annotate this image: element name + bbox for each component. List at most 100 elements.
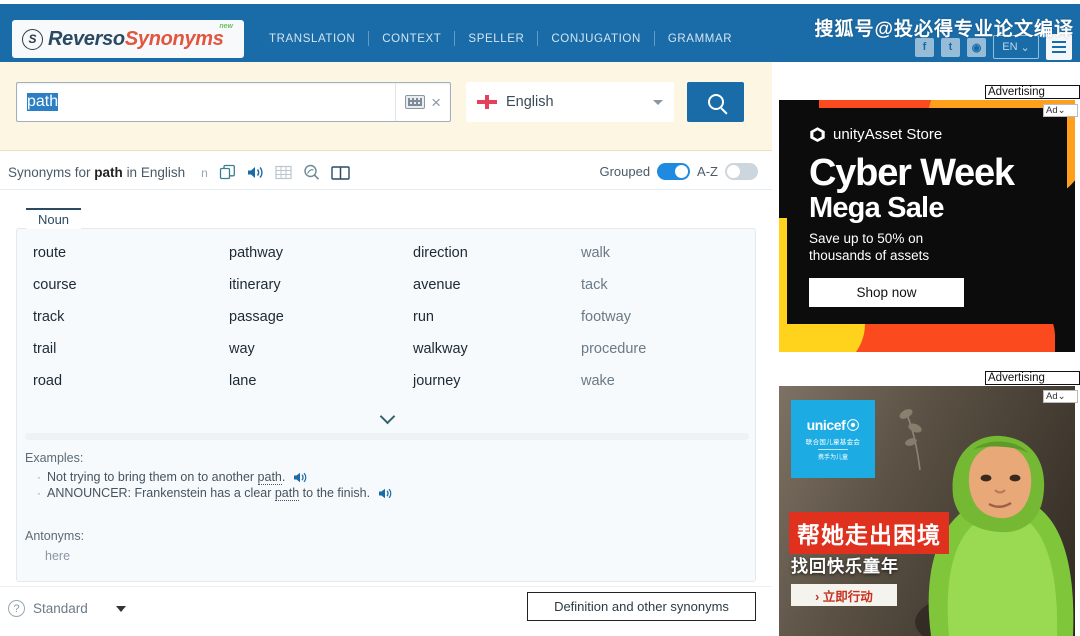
synonyms-card: route pathway direction walk course itin… (16, 228, 756, 582)
synonym-walkway[interactable]: walkway (413, 337, 581, 360)
examples-label: Examples: (25, 451, 84, 465)
ad-headline-band: 帮她走出困境 (789, 512, 949, 554)
copy-icon[interactable] (219, 164, 236, 181)
synonym-lane[interactable]: lane (229, 369, 413, 392)
antonyms-section: Antonyms: here (25, 529, 749, 563)
ad-badge-text: Ad (1046, 105, 1058, 116)
uk-flag-icon (477, 95, 497, 109)
antonym-here[interactable]: here (45, 549, 749, 563)
reverso-logo[interactable]: S Reverso Synonyms new (12, 20, 244, 58)
facebook-icon[interactable]: f (915, 37, 934, 57)
results-title: Synonyms for path in English (8, 165, 185, 180)
speaker-icon[interactable] (378, 487, 392, 500)
unity-brand-first: unity (833, 126, 865, 143)
nav-item-speller[interactable]: SPELLER (455, 33, 537, 45)
synonym-trail[interactable]: trail (33, 337, 229, 360)
example-row: · Not trying to bring them on to another… (37, 470, 749, 485)
header-language-button[interactable]: EN ⌄ (993, 35, 1039, 59)
language-selector[interactable]: English (466, 82, 674, 122)
twitter-icon[interactable]: t (941, 37, 960, 57)
ad-badge-text: Ad (1046, 391, 1058, 402)
search-field-wrapper[interactable]: × (16, 82, 451, 122)
logo-new-badge: new (219, 23, 233, 30)
search-field-icons: × (395, 83, 450, 121)
synonym-course[interactable]: course (33, 273, 229, 296)
synonym-passage[interactable]: passage (229, 305, 413, 328)
example-keyword[interactable]: path (274, 486, 300, 501)
definition-and-other-synonyms-button[interactable]: Definition and other synonyms (527, 592, 756, 621)
ad-cta-button[interactable]: › 立即行动 (791, 584, 897, 606)
pos-marker-label: n (201, 165, 208, 180)
ad-choices-badge[interactable]: Ad⌄ (1043, 390, 1078, 403)
advertisement-unity[interactable]: unityAsset Store Cyber Week Mega Sale Sa… (779, 100, 1075, 352)
synonym-route[interactable]: route (33, 241, 229, 264)
logo-word-synonyms: Synonyms (124, 27, 224, 50)
synonym-walk[interactable]: walk (581, 241, 771, 264)
section-divider (25, 433, 749, 440)
ad-cta-button[interactable]: Shop now (809, 277, 964, 307)
synonym-footway[interactable]: footway (581, 305, 771, 328)
example-row: · ANNOUNCER: Frankenstein has a clear pa… (37, 486, 749, 501)
nav-item-translation[interactable]: TRANSLATION (256, 33, 368, 45)
unity-logo-icon (810, 127, 825, 142)
unicef-logo-sub2: 携手为儿童 (817, 449, 848, 461)
example-keyword[interactable]: path (257, 470, 282, 485)
ad-body-line-2: thousands of assets (809, 248, 930, 264)
ad-choices-badge[interactable]: Ad⌄ (1043, 104, 1078, 117)
search-input[interactable] (17, 93, 396, 111)
speaker-icon[interactable] (247, 165, 264, 180)
synonym-way[interactable]: way (229, 337, 413, 360)
synonym-direction[interactable]: direction (413, 241, 581, 264)
ad-headline: Cyber Week (809, 152, 1015, 194)
synonym-run[interactable]: run (413, 305, 581, 328)
advertisement-unicef[interactable]: unicef 联合国儿童基金会 携手为儿童 帮她走出困境 找回快乐童年 › 立即… (779, 386, 1075, 636)
search-submit-button[interactable] (687, 82, 744, 122)
synonym-tack[interactable]: tack (581, 273, 771, 296)
speaker-icon[interactable] (293, 471, 307, 484)
header-actions: f t ◉ EN ⌄ (915, 34, 1072, 60)
unity-brand-text: unityAsset Store (833, 126, 942, 143)
synonym-wake[interactable]: wake (581, 369, 771, 392)
synonym-itinerary[interactable]: itinerary (229, 273, 413, 296)
synonym-avenue[interactable]: avenue (413, 273, 581, 296)
bullet-icon: · (37, 486, 41, 500)
hamburger-menu-icon[interactable] (1046, 34, 1072, 60)
search-icon (707, 94, 724, 110)
synonym-road[interactable]: road (33, 369, 229, 392)
clear-icon[interactable]: × (431, 94, 441, 111)
chevron-down-icon (379, 408, 395, 424)
pos-tab-noun[interactable]: Noun (26, 208, 81, 229)
table-icon[interactable] (275, 165, 292, 180)
nav-item-context[interactable]: CONTEXT (369, 33, 454, 45)
dictionary-book-icon[interactable] (331, 165, 350, 181)
grouped-toggle[interactable] (657, 163, 691, 180)
az-toggle[interactable] (725, 163, 758, 180)
grouped-label: Grouped (599, 164, 651, 179)
example-text-before: Not trying to bring them on to another (47, 470, 258, 484)
az-label: A-Z (697, 164, 718, 179)
header-language-label: EN (1002, 41, 1018, 53)
results-title-suffix: in English (126, 165, 186, 180)
synonym-procedure[interactable]: procedure (581, 337, 771, 360)
results-toolbar: Synonyms for path in English n Grouped A… (0, 156, 772, 190)
examples-list: · Not trying to bring them on to another… (25, 470, 749, 501)
nav-item-conjugation[interactable]: CONJUGATION (538, 33, 653, 45)
synonym-pathway[interactable]: pathway (229, 241, 413, 264)
instagram-icon[interactable]: ◉ (967, 37, 986, 57)
unicef-logo-sub: 联合国儿童基金会 (805, 439, 861, 446)
zoom-search-icon[interactable] (303, 164, 320, 181)
help-icon[interactable]: ? (8, 600, 25, 617)
examples-section: Examples: · Not trying to bring them on … (25, 451, 749, 502)
ad-copy: unityAsset Store Cyber Week Mega Sale Sa… (809, 126, 1061, 307)
example-text-after: . (281, 470, 286, 484)
expand-synonyms-button[interactable] (17, 407, 757, 429)
results-title-word: path (94, 165, 123, 180)
keyboard-icon[interactable] (405, 95, 426, 109)
ad-subheadline: 找回快乐童年 (791, 557, 899, 576)
synonym-journey[interactable]: journey (413, 369, 581, 392)
ad-body-line-1: Save up to 50% on (809, 231, 924, 247)
nav-item-grammar[interactable]: GRAMMAR (655, 33, 745, 45)
synonym-track[interactable]: track (33, 305, 229, 328)
toolbar-icons: n (201, 164, 350, 181)
display-mode-selector[interactable]: ? Standard (8, 600, 126, 617)
